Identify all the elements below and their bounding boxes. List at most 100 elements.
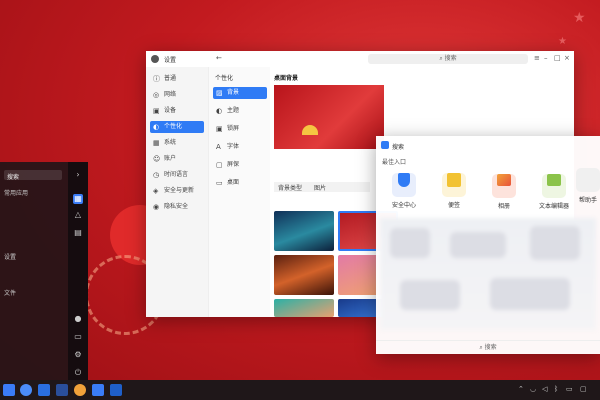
search-icon: ⌕ bbox=[479, 344, 483, 351]
keyboard-icon[interactable]: ▭ bbox=[566, 385, 573, 393]
launcher-item[interactable]: 设置 bbox=[4, 252, 16, 261]
app-text-editor[interactable]: 文本编辑器 bbox=[532, 168, 576, 212]
background-type-value: 图片 bbox=[313, 185, 326, 192]
font-icon: A bbox=[216, 143, 221, 151]
sub-nav-theme[interactable]: ◐ 主题 bbox=[213, 105, 267, 117]
nav-label: 普通 bbox=[164, 75, 177, 82]
app-helper[interactable]: 帮助手 bbox=[576, 168, 600, 212]
wallpaper-star: ★ bbox=[558, 36, 567, 47]
wallpaper-thumb[interactable] bbox=[274, 299, 334, 317]
sub-nav-title: 个性化 bbox=[215, 75, 234, 82]
nav-item-devices[interactable]: ▣ 设备 bbox=[150, 105, 204, 117]
app-notes[interactable]: 便签 bbox=[432, 168, 476, 212]
nav-item-account[interactable]: ☺ 账户 bbox=[150, 153, 204, 165]
user-icon[interactable]: ● bbox=[73, 314, 83, 324]
folder-icon[interactable] bbox=[92, 384, 104, 396]
start-icon[interactable] bbox=[3, 384, 15, 396]
nav-label: 设备 bbox=[164, 107, 177, 114]
grid-icon[interactable]: ▦ bbox=[73, 194, 83, 204]
expand-icon[interactable]: › bbox=[73, 170, 83, 180]
nav-item-privacy[interactable]: ◉ 隐私安全 bbox=[150, 201, 204, 213]
info-icon: ⓘ bbox=[153, 75, 160, 83]
nav-label: 锁屏 bbox=[227, 125, 240, 132]
bluetooth-icon[interactable]: ᛒ bbox=[554, 385, 558, 393]
photos-icon bbox=[492, 174, 516, 198]
shield-icon bbox=[392, 173, 416, 197]
settings-search-input[interactable]: ⌕ 搜索 bbox=[368, 54, 528, 64]
nav-label: 桌面 bbox=[227, 179, 240, 186]
background-type-row[interactable]: 背景类型 图片 bbox=[274, 182, 370, 192]
sub-nav-lockscreen[interactable]: ▣ 锁屏 bbox=[213, 123, 267, 135]
search-footer[interactable]: ⌕ 搜索 bbox=[376, 340, 600, 354]
app-store-icon[interactable] bbox=[38, 384, 50, 396]
wallpaper-star: ★ bbox=[573, 10, 586, 26]
app-security-center[interactable]: 安全中心 bbox=[382, 168, 426, 212]
app-photos[interactable]: 相册 bbox=[482, 168, 526, 212]
nav-label: 字体 bbox=[227, 143, 240, 150]
minimize-icon[interactable]: – bbox=[544, 54, 548, 62]
desktop-icon: ▭ bbox=[216, 179, 223, 187]
sub-nav-desktop[interactable]: ▭ 桌面 bbox=[213, 177, 267, 189]
launcher-search-text: 搜索 bbox=[7, 174, 20, 181]
launcher-item[interactable]: 常用应用 bbox=[4, 188, 28, 197]
browser-icon[interactable] bbox=[74, 384, 86, 396]
best-entry-heading: 最佳入口 bbox=[382, 159, 407, 166]
nav-item-network[interactable]: ◎ 网络 bbox=[150, 89, 204, 101]
start-launcher: 搜索 常用应用 设置 文件 › ▦ △ ▤ ● ▭ ⚙ ⏻ bbox=[0, 162, 88, 382]
background-type-label: 背景类型 bbox=[278, 185, 303, 192]
sub-nav-screensaver[interactable]: ▢ 屏保 bbox=[213, 159, 267, 171]
settings-app-icon bbox=[151, 55, 159, 63]
taskbar: ⌃ ◡ ◁ ᛒ ▭ ▢ bbox=[0, 380, 600, 400]
search-app-icon bbox=[381, 141, 389, 149]
search-footer-label: 搜索 bbox=[484, 344, 497, 351]
back-icon[interactable]: ← bbox=[216, 54, 222, 62]
launcher-search[interactable]: 搜索 bbox=[4, 170, 62, 181]
menu-icon[interactable]: ≡ bbox=[534, 54, 540, 62]
nav-item-time-language[interactable]: ◷ 时间语言 bbox=[150, 169, 204, 181]
gear-icon[interactable]: ⚙ bbox=[73, 350, 83, 360]
app-label: 文本编辑器 bbox=[538, 203, 569, 210]
content-title: 桌面背景 bbox=[274, 75, 299, 82]
file-manager-icon[interactable] bbox=[20, 384, 32, 396]
nav-item-security-update[interactable]: ◈ 安全与更新 bbox=[150, 185, 204, 197]
search-results-blurred bbox=[380, 218, 596, 330]
nav-label: 屏保 bbox=[227, 161, 240, 168]
nav-label: 账户 bbox=[164, 155, 177, 162]
nav-label: 安全与更新 bbox=[164, 187, 195, 194]
power-icon[interactable]: ⏻ bbox=[73, 368, 83, 378]
window-title: 设置 bbox=[164, 57, 177, 64]
nav-label: 隐私安全 bbox=[164, 203, 189, 210]
folder-icon[interactable]: ▭ bbox=[73, 332, 83, 342]
account-icon: ☺ bbox=[153, 155, 161, 163]
nav-item-personalize[interactable]: ◐ 个性化 bbox=[150, 121, 204, 133]
app-label: 相册 bbox=[497, 203, 510, 210]
nav-item-general[interactable]: ⓘ 普通 bbox=[150, 73, 204, 85]
privacy-icon: ◉ bbox=[153, 203, 160, 211]
wallpaper-thumb[interactable] bbox=[274, 255, 334, 295]
launcher-item[interactable]: 文件 bbox=[4, 288, 16, 297]
terminal-icon[interactable] bbox=[56, 384, 68, 396]
wallpaper-thumb[interactable] bbox=[274, 211, 334, 251]
nav-item-system[interactable]: ▦ 系统 bbox=[150, 137, 204, 149]
triangle-icon[interactable]: △ bbox=[73, 210, 83, 220]
nav-label: 主题 bbox=[227, 107, 240, 114]
sub-nav-font[interactable]: A 字体 bbox=[213, 141, 267, 153]
lock-icon: ▣ bbox=[216, 125, 223, 133]
settings-titlebar: 设置 ← ⌕ 搜索 ≡ – □ × bbox=[146, 51, 574, 67]
network-tray-icon[interactable]: ◡ bbox=[530, 385, 536, 393]
sub-nav-background[interactable]: ▨ 背景 bbox=[213, 87, 267, 99]
settings-taskbar-icon[interactable] bbox=[110, 384, 122, 396]
wallpaper-preview-emblem bbox=[302, 125, 318, 135]
close-icon[interactable]: × bbox=[564, 54, 570, 62]
maximize-icon[interactable]: □ bbox=[554, 54, 561, 62]
helper-icon bbox=[576, 168, 600, 192]
document-icon[interactable]: ▤ bbox=[73, 228, 83, 238]
nav-label: 背景 bbox=[227, 89, 240, 96]
tray-expand-icon[interactable]: ⌃ bbox=[518, 385, 524, 393]
app-label: 帮助手 bbox=[578, 197, 597, 204]
network-icon: ◎ bbox=[153, 91, 160, 99]
notification-icon[interactable]: ▢ bbox=[580, 385, 587, 393]
search-window-title: 搜索 bbox=[392, 144, 405, 151]
launcher-rail: › ▦ △ ▤ ● ▭ ⚙ ⏻ bbox=[68, 162, 88, 382]
volume-icon[interactable]: ◁ bbox=[542, 385, 547, 393]
